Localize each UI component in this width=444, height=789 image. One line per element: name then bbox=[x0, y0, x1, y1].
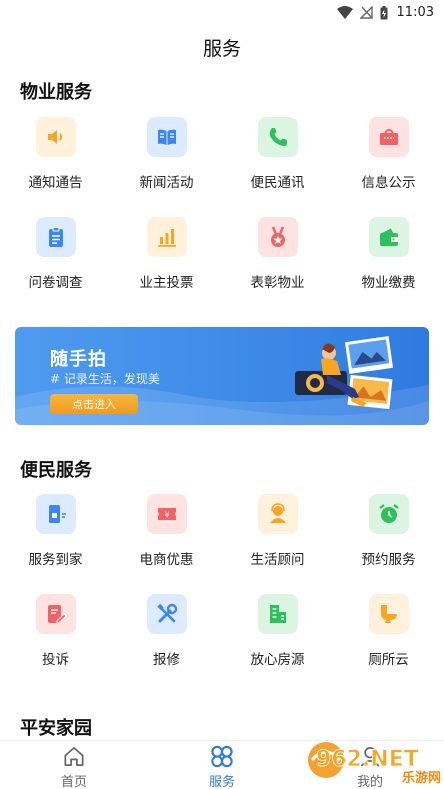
service-item-payment[interactable]: 物业缴费 bbox=[333, 217, 444, 317]
camera-illustration bbox=[295, 336, 394, 410]
service-label: 报修 bbox=[153, 652, 180, 668]
service-label: 电商优惠 bbox=[139, 552, 194, 568]
page-title: 服务 bbox=[202, 38, 241, 60]
property-services-grid: 通知通告 新闻活动 便民通讯 信息公示 问卷调查 业主投票 表彰物业 物业缴费 bbox=[0, 117, 444, 317]
speaker-tile bbox=[35, 117, 76, 157]
home-icon bbox=[64, 746, 84, 767]
section-title-property: 物业服务 bbox=[20, 82, 92, 103]
watermark-text: 962.NET bbox=[316, 747, 419, 772]
service-label: 投诉 bbox=[42, 652, 69, 668]
battery-charging-icon bbox=[380, 5, 388, 19]
service-item-publicity[interactable]: 信息公示 bbox=[333, 117, 444, 217]
tab-home[interactable]: 首页 bbox=[0, 741, 148, 789]
service-label: 生活顾问 bbox=[250, 552, 305, 568]
building-icon bbox=[269, 605, 286, 623]
medal-tile bbox=[257, 217, 298, 257]
toilet-icon bbox=[380, 605, 397, 623]
service-item-toilet[interactable]: 厕所云 bbox=[333, 594, 444, 694]
service-item-housing[interactable]: 放心房源 bbox=[222, 594, 333, 694]
status-bar: 11:03 bbox=[0, 0, 444, 26]
edit-doc-tile bbox=[35, 594, 76, 634]
service-item-home-service[interactable]: 服务到家 bbox=[0, 494, 111, 594]
advisor-icon bbox=[269, 503, 286, 523]
edit-doc-icon bbox=[47, 605, 67, 624]
banner-enter-button[interactable]: 点击进入 bbox=[50, 394, 138, 414]
service-item-complaint[interactable]: 投诉 bbox=[0, 594, 111, 694]
wallet-tile bbox=[368, 217, 409, 257]
service-label: 业主投票 bbox=[139, 275, 194, 291]
book-tile bbox=[146, 117, 187, 157]
coupon-icon: ¥ bbox=[157, 508, 176, 520]
watermark-subtext: 乐游网 bbox=[402, 770, 441, 786]
service-item-news[interactable]: 新闻活动 bbox=[111, 117, 222, 217]
service-item-repair[interactable]: 报修 bbox=[111, 594, 222, 694]
status-time: 11:03 bbox=[396, 5, 434, 20]
bag-tile bbox=[368, 117, 409, 157]
wallet-icon bbox=[379, 228, 398, 246]
door-tile bbox=[35, 494, 76, 534]
service-label: 新闻活动 bbox=[139, 175, 194, 191]
svg-text:¥: ¥ bbox=[164, 511, 169, 520]
service-item-advisor[interactable]: 生活顾问 bbox=[222, 494, 333, 594]
tools-tile bbox=[146, 594, 187, 634]
service-label: 物业缴费 bbox=[361, 275, 416, 291]
tab-home-label: 首页 bbox=[60, 775, 87, 789]
section-title-safety: 平安家园 bbox=[20, 718, 92, 739]
coupon-tile: ¥ bbox=[146, 494, 187, 534]
service-item-appointment[interactable]: 预约服务 bbox=[333, 494, 444, 594]
service-label: 表彰物业 bbox=[250, 275, 305, 291]
service-label: 便民通讯 bbox=[250, 175, 305, 191]
phone-tile bbox=[257, 117, 298, 157]
door-icon bbox=[48, 505, 66, 523]
service-label: 信息公示 bbox=[361, 175, 416, 191]
service-item-notice[interactable]: 通知通告 bbox=[0, 117, 111, 217]
services-icon bbox=[211, 745, 233, 768]
toilet-tile bbox=[368, 594, 409, 634]
service-label: 服务到家 bbox=[28, 552, 83, 568]
service-label: 厕所云 bbox=[368, 652, 409, 668]
clipboard-icon bbox=[48, 227, 63, 247]
wifi-icon bbox=[336, 6, 353, 19]
alarm-clock-tile bbox=[368, 494, 409, 534]
service-label: 通知通告 bbox=[28, 175, 83, 191]
alarm-clock-icon bbox=[378, 504, 399, 523]
tools-icon bbox=[156, 603, 177, 623]
building-tile bbox=[257, 594, 298, 634]
tab-services-label: 服务 bbox=[208, 775, 235, 789]
medal-icon bbox=[270, 226, 285, 247]
service-label: 预约服务 bbox=[361, 552, 416, 568]
service-item-commend[interactable]: 表彰物业 bbox=[222, 217, 333, 317]
banner-snapshot[interactable]: 随手拍 # 记录生活，发现美 点击进入 bbox=[15, 327, 429, 425]
site-watermark: 962.NET 乐游网 bbox=[308, 742, 441, 786]
speaker-icon bbox=[47, 130, 62, 144]
bar-chart-icon bbox=[157, 229, 176, 247]
advisor-tile bbox=[257, 494, 298, 534]
service-item-contacts[interactable]: 便民通讯 bbox=[222, 117, 333, 217]
bag-icon bbox=[379, 129, 398, 145]
clipboard-tile bbox=[35, 217, 76, 257]
service-label: 问卷调查 bbox=[28, 275, 83, 291]
bar-chart-tile bbox=[146, 217, 187, 257]
phone-icon bbox=[269, 128, 287, 146]
convenience-services-grid: 服务到家 ¥ 电商优惠 生活顾问 预约服务 投诉 报修 放心房源 厕所云 bbox=[0, 494, 444, 694]
status-icons: 11:03 bbox=[336, 5, 434, 20]
tab-services[interactable]: 服务 bbox=[148, 741, 296, 789]
book-icon bbox=[157, 129, 176, 145]
section-title-convenience: 便民服务 bbox=[20, 460, 92, 481]
service-item-survey[interactable]: 问卷调查 bbox=[0, 217, 111, 317]
service-item-ecommerce[interactable]: ¥ 电商优惠 bbox=[111, 494, 222, 594]
no-signal-icon bbox=[359, 6, 373, 19]
banner-subtitle: # 记录生活，发现美 bbox=[50, 372, 160, 386]
service-label: 放心房源 bbox=[250, 652, 305, 668]
banner-title: 随手拍 bbox=[50, 349, 107, 370]
service-item-vote[interactable]: 业主投票 bbox=[111, 217, 222, 317]
